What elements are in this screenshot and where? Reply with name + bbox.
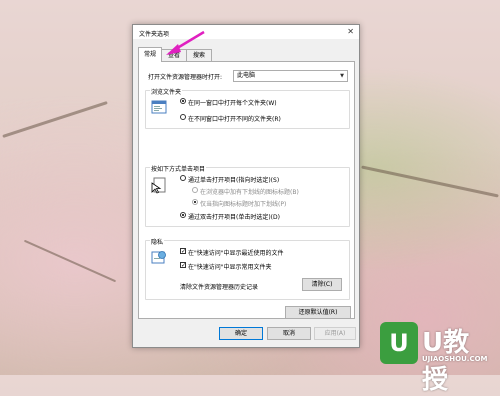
- show-recent-files-checkbox[interactable]: ✓: [180, 248, 186, 255]
- underline-hover-label: 仅当指向图标标题时加下划线(P): [200, 201, 287, 208]
- browse-new-window-label: 在不同窗口中打开不同的文件夹(R): [188, 116, 281, 123]
- group-title: 隐私: [150, 237, 165, 246]
- browse-folders-group: 浏览文件夹 在同一窗口中打开每个文件夹(W) 在不同窗口中打开不同的文件夹(R): [145, 87, 350, 129]
- privacy-group: 隐私 ✓ 在"快速访问"中显示最近使用的文件 ✓ 在"快速访问"中显示常用文件夹…: [145, 237, 350, 300]
- watermark-url: UJIAOSHOU.COM: [422, 355, 488, 363]
- folder-window-icon: [151, 100, 167, 114]
- button-label: 清除(C): [311, 281, 333, 288]
- underline-browser-label: 在浏览器中加有下划线的图标标题(B): [200, 189, 299, 196]
- chevron-down-icon: ▼: [340, 73, 344, 79]
- clear-history-label: 清除文件资源管理器历史记录: [180, 284, 259, 291]
- group-title: 按如下方式单击项目: [150, 164, 207, 173]
- apply-button[interactable]: 应用(A): [314, 327, 356, 340]
- watermark: U U教授 UJIAOSHOU.COM: [380, 322, 495, 395]
- single-click-label: 通过单击打开项目(指向时选定)(S): [188, 177, 280, 184]
- folder-options-dialog: 文件夹选项 ✕ 常规 查看 搜索 打开文件资源管理器时打开: 此电脑 ▼ 浏览文…: [132, 24, 360, 348]
- ok-button[interactable]: 确定: [219, 327, 263, 340]
- show-frequent-folders-label: 在"快速访问"中显示常用文件夹: [188, 264, 272, 271]
- logo-letter: U: [389, 329, 409, 357]
- button-label: 还原默认值(R): [298, 309, 338, 316]
- button-label: 应用(A): [324, 330, 346, 337]
- background-branch: [2, 101, 108, 138]
- watermark-logo: U: [380, 322, 418, 364]
- privacy-icon: [151, 251, 166, 264]
- restore-defaults-button[interactable]: 还原默认值(R): [285, 306, 351, 319]
- close-icon[interactable]: ✕: [347, 27, 354, 36]
- open-explorer-label: 打开文件资源管理器时打开:: [148, 74, 223, 81]
- browse-same-window-label: 在同一窗口中打开每个文件夹(W): [188, 100, 277, 107]
- browse-new-window-radio[interactable]: [180, 114, 186, 120]
- open-explorer-dropdown[interactable]: 此电脑 ▼: [233, 70, 348, 82]
- button-label: 取消: [282, 330, 295, 337]
- click-items-group: 按如下方式单击项目 通过单击打开项目(指向时选定)(S) 在浏览器中加有下划线的…: [145, 164, 350, 227]
- cursor-document-icon: [151, 177, 166, 194]
- underline-hover-radio[interactable]: [192, 199, 198, 205]
- underline-browser-radio[interactable]: [192, 187, 198, 193]
- dropdown-value: 此电脑: [237, 72, 256, 79]
- tab-general[interactable]: 常规: [138, 47, 162, 62]
- cancel-button[interactable]: 取消: [267, 327, 311, 340]
- background-branch: [361, 165, 499, 198]
- single-click-radio[interactable]: [180, 175, 186, 181]
- double-click-label: 通过双击打开项目(单击时选定)(D): [188, 214, 280, 221]
- group-title: 浏览文件夹: [150, 87, 183, 96]
- clear-button[interactable]: 清除(C): [302, 278, 342, 291]
- button-label: 确定: [234, 330, 247, 337]
- show-frequent-folders-checkbox[interactable]: ✓: [180, 262, 186, 269]
- general-panel: 打开文件资源管理器时打开: 此电脑 ▼ 浏览文件夹 在同一窗口中打开每个文件夹(…: [138, 61, 355, 319]
- background-branch: [23, 239, 117, 283]
- browse-same-window-radio[interactable]: [180, 98, 186, 104]
- tab-label: 常规: [143, 51, 156, 58]
- show-recent-files-label: 在"快速访问"中显示最近使用的文件: [188, 250, 284, 257]
- annotation-arrow-icon: [166, 30, 205, 55]
- double-click-radio[interactable]: [180, 212, 186, 218]
